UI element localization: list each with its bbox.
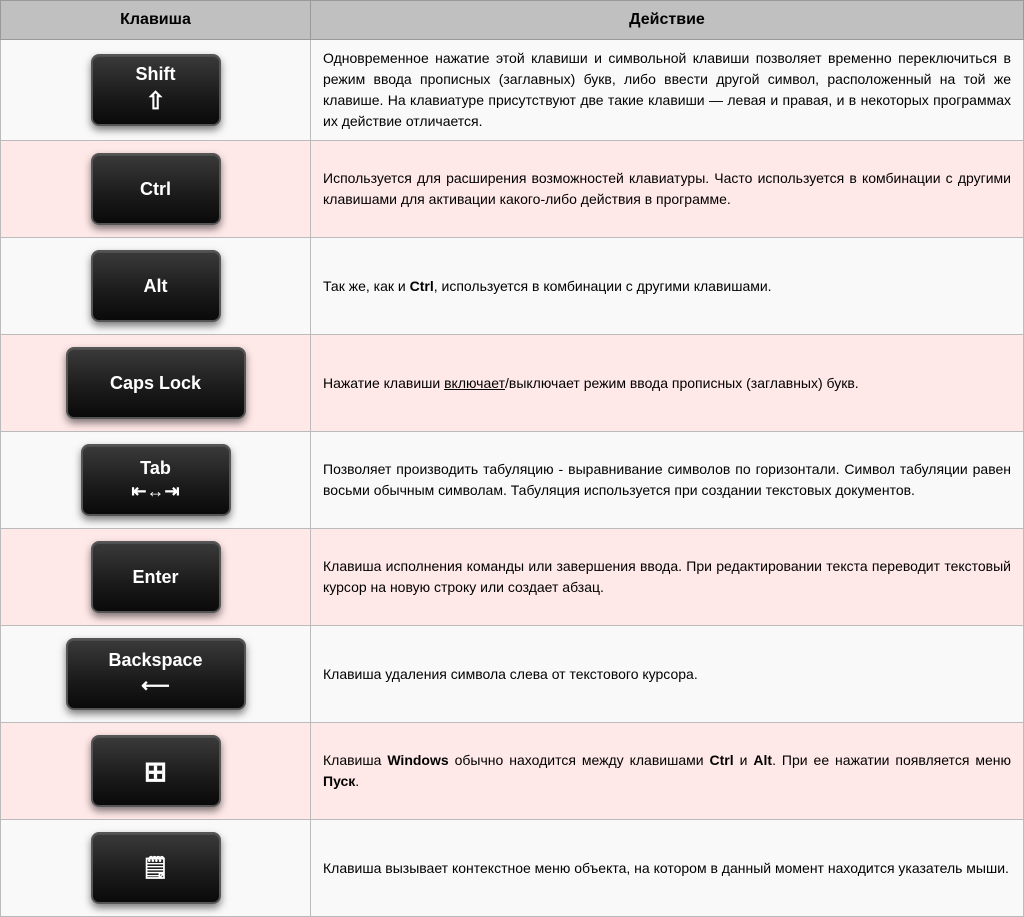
backspace-label: Backspace (108, 650, 202, 671)
table-row: Tab ⇤↔⇥ Позволяет производить табуляцию -… (1, 432, 1024, 529)
table-row: 🗒 Клавиша вызывает контекстное меню объек… (1, 820, 1024, 917)
tab-arrows-icon: ⇤↔⇥ (131, 481, 179, 502)
desc-cell-backspace: Клавиша удаления символа слева от тексто… (311, 626, 1024, 723)
key-cell-ctrl: Ctrl (1, 141, 311, 238)
table-row: Alt Так же, как и Ctrl, используется в ко… (1, 238, 1024, 335)
alt-label: Alt (144, 276, 168, 297)
backspace-arrow-icon: ⟵ (141, 673, 170, 698)
capslock-label: Caps Lock (110, 373, 201, 394)
table-row: ⊞ Клавиша Windows обычно находится между … (1, 723, 1024, 820)
key-cell-tab: Tab ⇤↔⇥ (1, 432, 311, 529)
key-cell-capslock: Caps Lock (1, 335, 311, 432)
table-row: Caps Lock Нажатие клавиши включает/выключ… (1, 335, 1024, 432)
menu-icon: 🗒 (142, 855, 170, 881)
desc-cell-windows: Клавиша Windows обычно находится между к… (311, 723, 1024, 820)
key-button-enter: Enter (91, 541, 221, 613)
column-header-action: Действие (311, 1, 1024, 40)
desc-cell-tab: Позволяет производить табуляцию - выравн… (311, 432, 1024, 529)
key-cell-shift: Shift ⇧ (1, 40, 311, 141)
key-cell-backspace: Backspace ⟵ (1, 626, 311, 723)
table-row: Shift ⇧ Одновременное нажатие этой клавиш… (1, 40, 1024, 141)
key-button-capslock: Caps Lock (66, 347, 246, 419)
table-row: Enter Клавиша исполнения команды или заве… (1, 529, 1024, 626)
desc-cell-ctrl: Используется для расширения возможностей… (311, 141, 1024, 238)
key-cell-windows: ⊞ (1, 723, 311, 820)
tab-label: Tab (140, 458, 171, 479)
desc-cell-shift: Одновременное нажатие этой клавиши и сим… (311, 40, 1024, 141)
key-button-backspace: Backspace ⟵ (66, 638, 246, 710)
key-cell-alt: Alt (1, 238, 311, 335)
enter-label: Enter (132, 567, 178, 588)
key-cell-enter: Enter (1, 529, 311, 626)
shift-icon: ⇧ (145, 87, 165, 116)
key-button-tab: Tab ⇤↔⇥ (81, 444, 231, 516)
key-button-ctrl: Ctrl (91, 153, 221, 225)
key-button-shift: Shift ⇧ (91, 54, 221, 126)
key-button-menu: 🗒 (91, 832, 221, 904)
windows-icon: ⊞ (144, 755, 167, 788)
desc-cell-alt: Так же, как и Ctrl, используется в комби… (311, 238, 1024, 335)
table-row: Ctrl Используется для расширения возможно… (1, 141, 1024, 238)
key-button-windows: ⊞ (91, 735, 221, 807)
key-button-alt: Alt (91, 250, 221, 322)
desc-cell-menu: Клавиша вызывает контекстное меню объект… (311, 820, 1024, 917)
table-row: Backspace ⟵ Клавиша удаления символа слев… (1, 626, 1024, 723)
desc-cell-capslock: Нажатие клавиши включает/выключает режим… (311, 335, 1024, 432)
column-header-key: Клавиша (1, 1, 311, 40)
desc-cell-enter: Клавиша исполнения команды или завершени… (311, 529, 1024, 626)
shift-label: Shift (136, 64, 176, 85)
ctrl-label: Ctrl (140, 179, 171, 200)
key-cell-menu: 🗒 (1, 820, 311, 917)
